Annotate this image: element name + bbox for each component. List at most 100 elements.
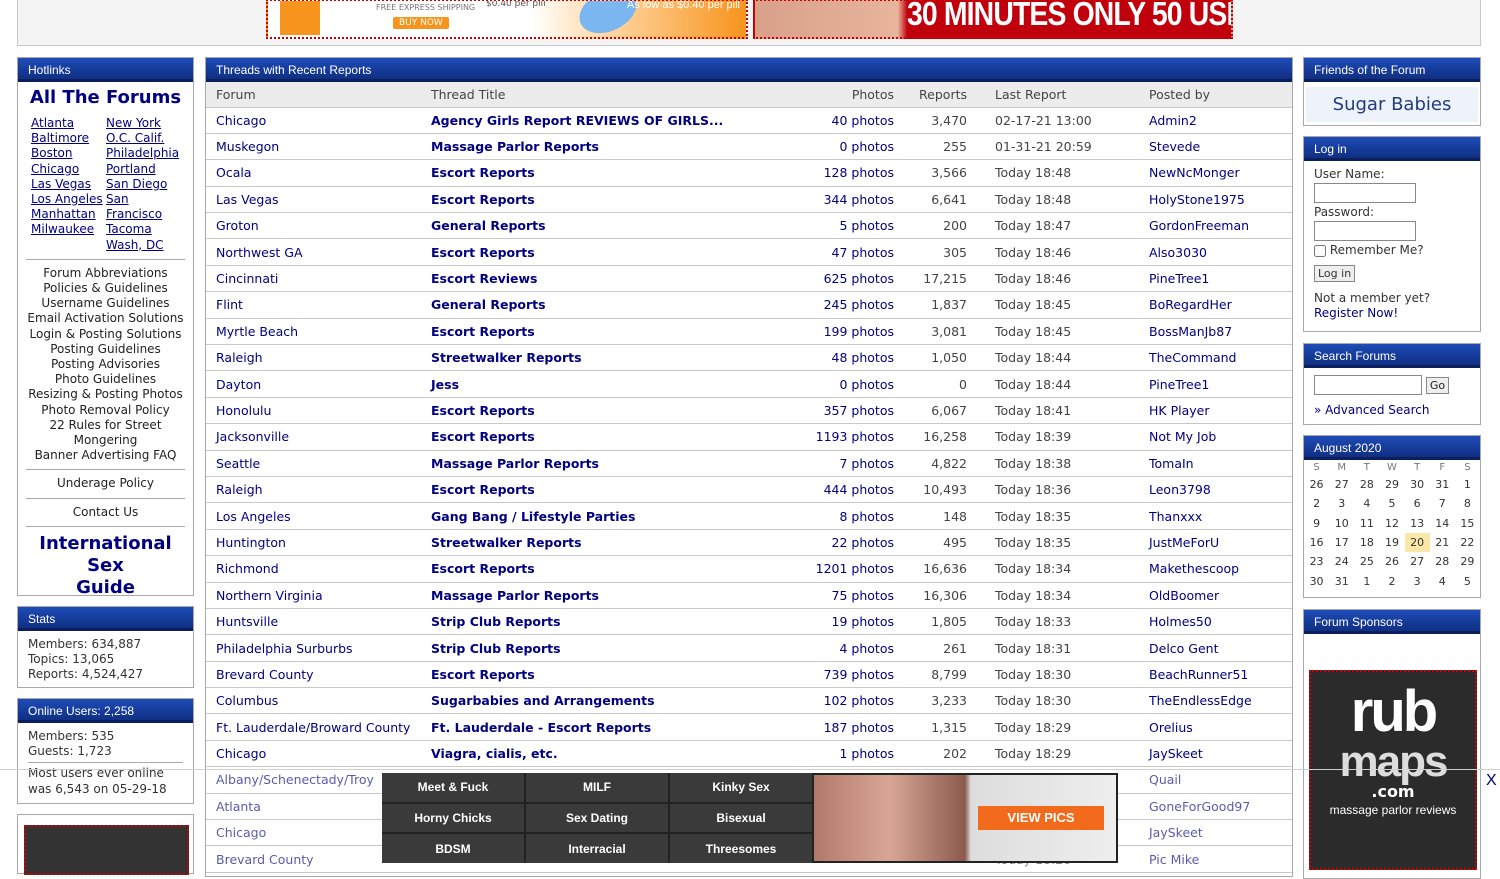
guide-link[interactable]: Posting Advisories [18, 357, 193, 372]
forum-cell[interactable]: Richmond [206, 555, 421, 583]
city-link[interactable]: San Diego [106, 177, 179, 192]
guide-link[interactable]: Mongering [18, 433, 193, 448]
thread-title-cell[interactable]: Escort Reviews [421, 265, 806, 293]
underage-policy-link[interactable]: Underage Policy [18, 476, 193, 491]
posted-by-cell[interactable]: PineTree1 [1139, 265, 1292, 293]
overlay-ad-category[interactable]: MILF [526, 773, 668, 802]
thread-title-cell[interactable]: Escort Reports [421, 476, 806, 504]
forum-cell[interactable]: Chicago [206, 740, 421, 768]
calendar-day[interactable]: 5 [1455, 571, 1480, 590]
calendar-day[interactable]: 26 [1304, 475, 1329, 494]
overlay-ad-category[interactable]: Interracial [526, 834, 668, 863]
calendar-day[interactable]: 6 [1405, 494, 1430, 513]
posted-by-cell[interactable]: PineTree1 [1139, 370, 1292, 398]
guide-link[interactable]: 22 Rules for Street [18, 418, 193, 433]
thread-title-cell[interactable]: Escort Reports [421, 423, 806, 451]
calendar-day[interactable]: 1 [1455, 475, 1480, 494]
thread-title-cell[interactable]: Escort Reports [421, 186, 806, 214]
forum-cell[interactable]: Raleigh [206, 476, 421, 504]
calendar-day[interactable]: 29 [1379, 475, 1404, 494]
photos-cell[interactable]: 199 photos [805, 318, 904, 346]
forum-cell[interactable]: Myrtle Beach [206, 318, 421, 346]
advanced-search-link[interactable]: » Advanced Search [1314, 403, 1470, 417]
login-button[interactable]: Log in [1314, 265, 1356, 282]
overlay-ad-category[interactable]: Kinky Sex [670, 773, 812, 802]
thread-title-cell[interactable]: General Reports [421, 212, 806, 240]
posted-by-cell[interactable]: JustMeForU [1139, 529, 1292, 557]
posted-by-cell[interactable]: JaySkeet [1139, 740, 1292, 768]
thread-title-cell[interactable]: Streetwalker Reports [421, 344, 806, 372]
calendar-day[interactable]: 5 [1379, 494, 1404, 513]
forum-cell[interactable]: Northern Virginia [206, 582, 421, 609]
calendar-day[interactable]: 3 [1405, 571, 1430, 590]
overlay-ad-category[interactable]: BDSM [382, 834, 524, 863]
calendar-day[interactable]: 25 [1354, 552, 1379, 571]
calendar-day[interactable]: 17 [1329, 533, 1354, 552]
city-link[interactable]: O.C. Calif. [106, 131, 179, 146]
photos-cell[interactable]: 4 photos [805, 634, 904, 662]
overlay-ad-category[interactable]: Meet & Fuck [382, 773, 524, 802]
city-link[interactable]: Wash, DC [106, 238, 179, 253]
posted-by-cell[interactable]: Thanxxx [1139, 502, 1292, 530]
thread-title-cell[interactable]: Massage Parlor Reports [421, 133, 806, 161]
city-link[interactable]: Los Angeles [31, 192, 106, 207]
posted-by-cell[interactable]: TomaIn [1139, 450, 1292, 477]
calendar-day[interactable]: 31 [1430, 475, 1455, 494]
calendar-day[interactable]: 4 [1430, 571, 1455, 590]
calendar-day[interactable]: 30 [1304, 571, 1329, 590]
posted-by-cell[interactable]: NewNcMonger [1139, 159, 1292, 187]
forum-cell[interactable]: Brevard County [206, 661, 421, 689]
forum-cell[interactable]: Las Vegas [206, 186, 421, 214]
photos-cell[interactable]: 187 photos [805, 713, 904, 741]
photos-cell[interactable]: 102 photos [805, 687, 904, 715]
pill-ad-banner[interactable]: FREE EXPRESS SHIPPING $0.40 per pill BUY… [266, 0, 748, 39]
thread-title-cell[interactable]: Strip Club Reports [421, 608, 806, 636]
guide-link[interactable]: Banner Advertising FAQ [18, 448, 193, 463]
photos-cell[interactable]: 739 photos [805, 661, 904, 689]
city-link[interactable]: Atlanta [31, 116, 106, 131]
photos-cell[interactable]: 625 photos [805, 265, 904, 293]
forum-cell[interactable]: Jacksonville [206, 423, 421, 451]
overlay-ad-category[interactable]: Threesomes [670, 834, 812, 863]
thread-title-cell[interactable]: Agency Girls Report REVIEWS OF GIRLS... [421, 107, 806, 134]
photos-cell[interactable]: 48 photos [805, 344, 904, 372]
calendar-day[interactable]: 31 [1329, 571, 1354, 590]
overlay-ad-category[interactable]: Horny Chicks [382, 803, 524, 833]
calendar-day[interactable]: 30 [1405, 475, 1430, 494]
posted-by-cell[interactable]: Delco Gent [1139, 634, 1292, 662]
sugar-babies-link[interactable]: Sugar Babies [1306, 87, 1478, 122]
thread-title-cell[interactable]: Viagra, cialis, etc. [421, 740, 806, 768]
thread-title-cell[interactable]: Strip Club Reports [421, 634, 806, 662]
search-go-button[interactable]: Go [1425, 376, 1450, 394]
all-forums-link[interactable]: All The Forums [18, 87, 193, 108]
city-link[interactable]: Francisco [106, 207, 179, 222]
forum-cell[interactable]: Huntington [206, 529, 421, 557]
photos-cell[interactable]: 0 photos [805, 370, 904, 398]
posted-by-cell[interactable]: Also3030 [1139, 238, 1292, 266]
guide-link[interactable]: Posting Guidelines [18, 342, 193, 357]
calendar-day[interactable]: 7 [1430, 494, 1455, 513]
photos-cell[interactable]: 8 photos [805, 502, 904, 530]
register-link[interactable]: Register Now! [1314, 306, 1398, 320]
forum-cell[interactable]: Groton [206, 212, 421, 240]
ad-buy-button[interactable]: BUY NOW [393, 17, 449, 29]
thread-title-cell[interactable]: General Reports [421, 291, 806, 319]
left-sponsor-ad[interactable] [17, 814, 194, 875]
thread-title-cell[interactable]: Streetwalker Reports [421, 529, 806, 557]
forum-cell[interactable]: Ocala [206, 159, 421, 187]
posted-by-cell[interactable]: Orelius [1139, 713, 1292, 741]
forum-cell[interactable]: Huntsville [206, 608, 421, 636]
photos-cell[interactable]: 5 photos [805, 212, 904, 240]
photos-cell[interactable]: 1 photos [805, 740, 904, 768]
forum-cell[interactable]: Seattle [206, 450, 421, 477]
username-input[interactable] [1314, 183, 1416, 203]
guide-link[interactable]: Forum Abbreviations [18, 266, 193, 281]
calendar-day[interactable]: 18 [1354, 533, 1379, 552]
calendar-day[interactable]: 27 [1329, 475, 1354, 494]
calendar-day[interactable]: 27 [1405, 552, 1430, 571]
photos-cell[interactable]: 245 photos [805, 291, 904, 319]
posted-by-cell[interactable]: Admin2 [1139, 107, 1292, 134]
calendar-day[interactable]: 20 [1404, 532, 1430, 553]
guide-link[interactable]: Policies & Guidelines [18, 281, 193, 296]
calendar-day[interactable]: 10 [1329, 514, 1354, 533]
